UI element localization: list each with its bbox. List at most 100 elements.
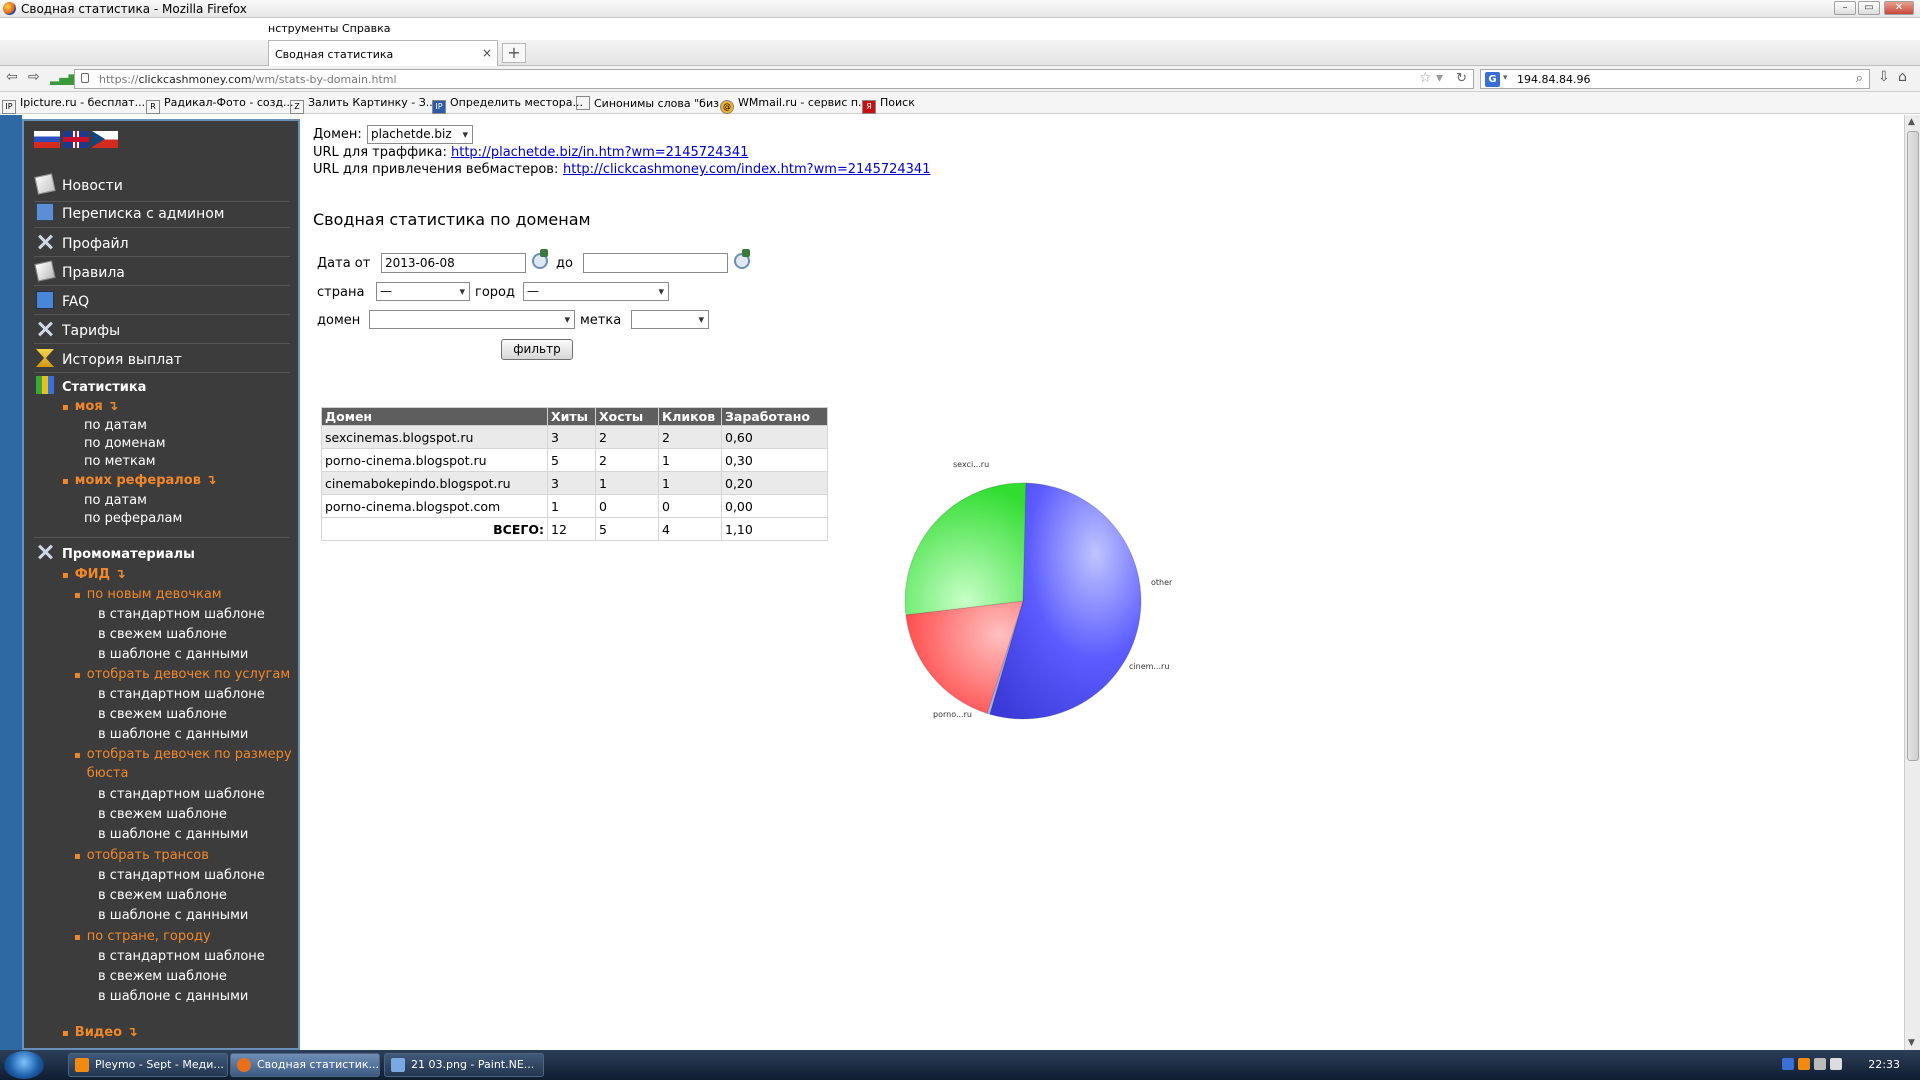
bookmark-item[interactable]: Z Залить Картинку - З...: [290, 96, 436, 114]
sidebar-item-messages[interactable]: Переписка с админом: [36, 203, 224, 222]
sidebar-item-profile[interactable]: Профайл: [36, 233, 129, 252]
calendar-icon[interactable]: [530, 249, 550, 269]
sidebar-item-payouts[interactable]: История выплат: [36, 349, 182, 368]
start-button[interactable]: [4, 1051, 44, 1079]
taskbar-item-player[interactable]: Pleymo - Sept - Меди...: [68, 1053, 228, 1077]
sidebar-link-data[interactable]: в шаблоне с данными: [98, 989, 248, 1004]
home-icon[interactable]: ⌂: [1898, 69, 1907, 85]
taskbar-item-firefox[interactable]: Сводная статистик...: [230, 1053, 380, 1077]
sidebar-link-fresh[interactable]: в свежем шаблоне: [98, 888, 227, 903]
scroll-up-arrow-icon[interactable]: ▲: [1908, 117, 1915, 127]
url-bar[interactable]: https://clickcashmoney.com/wm/stats-by-d…: [74, 69, 1474, 89]
sidebar-item-tariffs[interactable]: Тарифы: [36, 320, 120, 339]
sidebar-link-fresh[interactable]: в свежем шаблоне: [98, 969, 227, 984]
sidebar-link-by-tags[interactable]: по меткам: [84, 454, 156, 469]
scrollbar-thumb[interactable]: [1907, 131, 1919, 761]
sidebar-referrals[interactable]: моих рефералов ↴: [62, 473, 217, 488]
sidebar-link-standard[interactable]: в стандартном шаблоне: [98, 687, 265, 702]
date-from-input[interactable]: 2013-06-08: [381, 253, 526, 273]
column-header[interactable]: Хосты: [595, 407, 659, 426]
date-to-input[interactable]: [583, 253, 728, 273]
bookmark-item[interactable]: @ WMmail.ru - сервис п...: [720, 96, 869, 114]
column-header[interactable]: Заработано: [721, 407, 828, 426]
filter-button[interactable]: фильтр: [501, 339, 573, 360]
sidebar-group-title-cont[interactable]: .бюста: [70, 766, 128, 781]
tray-volume-icon[interactable]: [1830, 1058, 1842, 1070]
sidebar-item-news[interactable]: Новости: [34, 173, 123, 195]
forward-icon[interactable]: ⇨: [28, 69, 40, 85]
sidebar-group-title[interactable]: по стране, городу: [74, 929, 211, 944]
webmasters-url-label: URL для привлечения вебмастеров:: [313, 162, 559, 177]
domain-filter-select[interactable]: [369, 310, 575, 329]
taskbar-item-paint[interactable]: 21 03.png - Paint.NE...: [384, 1053, 544, 1077]
country-label: страна: [317, 285, 365, 300]
bookmark-item[interactable]: IP Определить местора...: [432, 96, 583, 114]
sidebar-link-data[interactable]: в шаблоне с данными: [98, 647, 248, 662]
reload-icon[interactable]: ↻: [1456, 71, 1467, 86]
tray-network-icon[interactable]: [1814, 1058, 1826, 1070]
sidebar-link-data[interactable]: в шаблоне с данными: [98, 827, 248, 842]
bookmark-item[interactable]: Я Поиск: [862, 96, 915, 114]
sidebar-link-standard[interactable]: в стандартном шаблоне: [98, 787, 265, 802]
google-icon[interactable]: G: [1485, 72, 1500, 87]
sidebar-link-by-dates[interactable]: по датам: [84, 418, 147, 433]
column-header[interactable]: Хиты: [547, 407, 596, 426]
country-select[interactable]: —: [376, 282, 470, 301]
sidebar-link-by-referrals[interactable]: по рефералам: [84, 511, 182, 526]
menu-tools[interactable]: нструменты: [268, 22, 339, 35]
sidebar-link-standard[interactable]: в стандартном шаблоне: [98, 868, 265, 883]
tag-select[interactable]: [631, 310, 709, 329]
sidebar-link-fresh[interactable]: в свежем шаблоне: [98, 627, 227, 642]
search-bar[interactable]: G ▾ 194.84.84.96 ⌕: [1480, 69, 1870, 89]
sidebar-feed[interactable]: ФИД ↴: [62, 567, 126, 582]
sidebar-item-rules[interactable]: Правила: [34, 260, 125, 282]
sidebar-video[interactable]: Видео ↴: [62, 1025, 138, 1040]
city-label: город: [475, 285, 515, 300]
minimize-button[interactable]: –: [1834, 1, 1856, 15]
domain-select[interactable]: plachetde.biz: [367, 125, 473, 144]
sidebar-group-title[interactable]: отобрать девочек по размеру: [74, 747, 292, 762]
sidebar-link-data[interactable]: в шаблоне с данными: [98, 727, 248, 742]
flag-ru-icon[interactable]: [34, 131, 60, 148]
new-tab-button[interactable]: +: [502, 43, 526, 63]
cell-hits: 1: [547, 494, 596, 518]
tray-vlc-icon[interactable]: [1798, 1058, 1810, 1070]
flag-cz-icon[interactable]: [92, 131, 118, 148]
bookmark-item[interactable]: Синонимы слова "биз...: [576, 96, 729, 110]
search-icon[interactable]: ⌕: [1856, 71, 1863, 86]
column-header[interactable]: Домен: [321, 407, 548, 426]
bookmark-item[interactable]: R Радикал-Фото - созд...: [146, 96, 294, 114]
sidebar-link-standard[interactable]: в стандартном шаблоне: [98, 607, 265, 622]
sidebar-my-stats[interactable]: моя ↴: [62, 399, 118, 414]
download-icon[interactable]: ⇩: [1878, 69, 1890, 85]
bookmark-star-icon[interactable]: ☆ ▾: [1419, 70, 1443, 86]
tab-stats[interactable]: Сводная статистика ×: [268, 40, 498, 66]
sidebar-group-title[interactable]: отобрать трансов: [74, 848, 209, 863]
tray-arrow-icon[interactable]: [1782, 1058, 1794, 1070]
webmasters-url-link[interactable]: http://clickcashmoney.com/index.htm?wm=2…: [563, 162, 930, 177]
calendar-icon[interactable]: [732, 249, 752, 269]
city-select[interactable]: —: [523, 282, 669, 301]
sidebar-link-by-domains[interactable]: по доменам: [84, 436, 166, 451]
search-engine-dropdown-icon[interactable]: ▾: [1503, 73, 1508, 83]
column-header[interactable]: Кликов: [658, 407, 722, 426]
sidebar-group-title[interactable]: по новым девочкам: [74, 587, 222, 602]
page-scrollbar[interactable]: ▲ ▼: [1904, 115, 1920, 1050]
back-icon[interactable]: ⇦: [6, 69, 18, 85]
sidebar-link-fresh[interactable]: в свежем шаблоне: [98, 807, 227, 822]
close-tab-icon[interactable]: ×: [482, 46, 492, 60]
bookmark-item[interactable]: IP Ipicture.ru - бесплат...: [2, 96, 145, 114]
bookmark-yandex-icon: Я: [862, 100, 876, 114]
traffic-url-link[interactable]: http://plachetde.biz/in.htm?wm=214572434…: [451, 145, 748, 160]
sidebar-link-ref-by-dates[interactable]: по датам: [84, 493, 147, 508]
maximize-button[interactable]: ▭: [1858, 1, 1880, 15]
sidebar-link-data[interactable]: в шаблоне с данными: [98, 908, 248, 923]
menu-help[interactable]: Справка: [342, 22, 390, 35]
sidebar-link-standard[interactable]: в стандартном шаблоне: [98, 949, 265, 964]
sidebar-group-title[interactable]: отобрать девочек по услугам: [74, 667, 290, 682]
sidebar-item-faq[interactable]: FAQ: [36, 291, 89, 310]
scroll-down-arrow-icon[interactable]: ▼: [1908, 1038, 1915, 1048]
sidebar-link-fresh[interactable]: в свежем шаблоне: [98, 707, 227, 722]
close-window-button[interactable]: ✕: [1884, 1, 1914, 15]
flag-uk-icon[interactable]: [63, 131, 89, 148]
